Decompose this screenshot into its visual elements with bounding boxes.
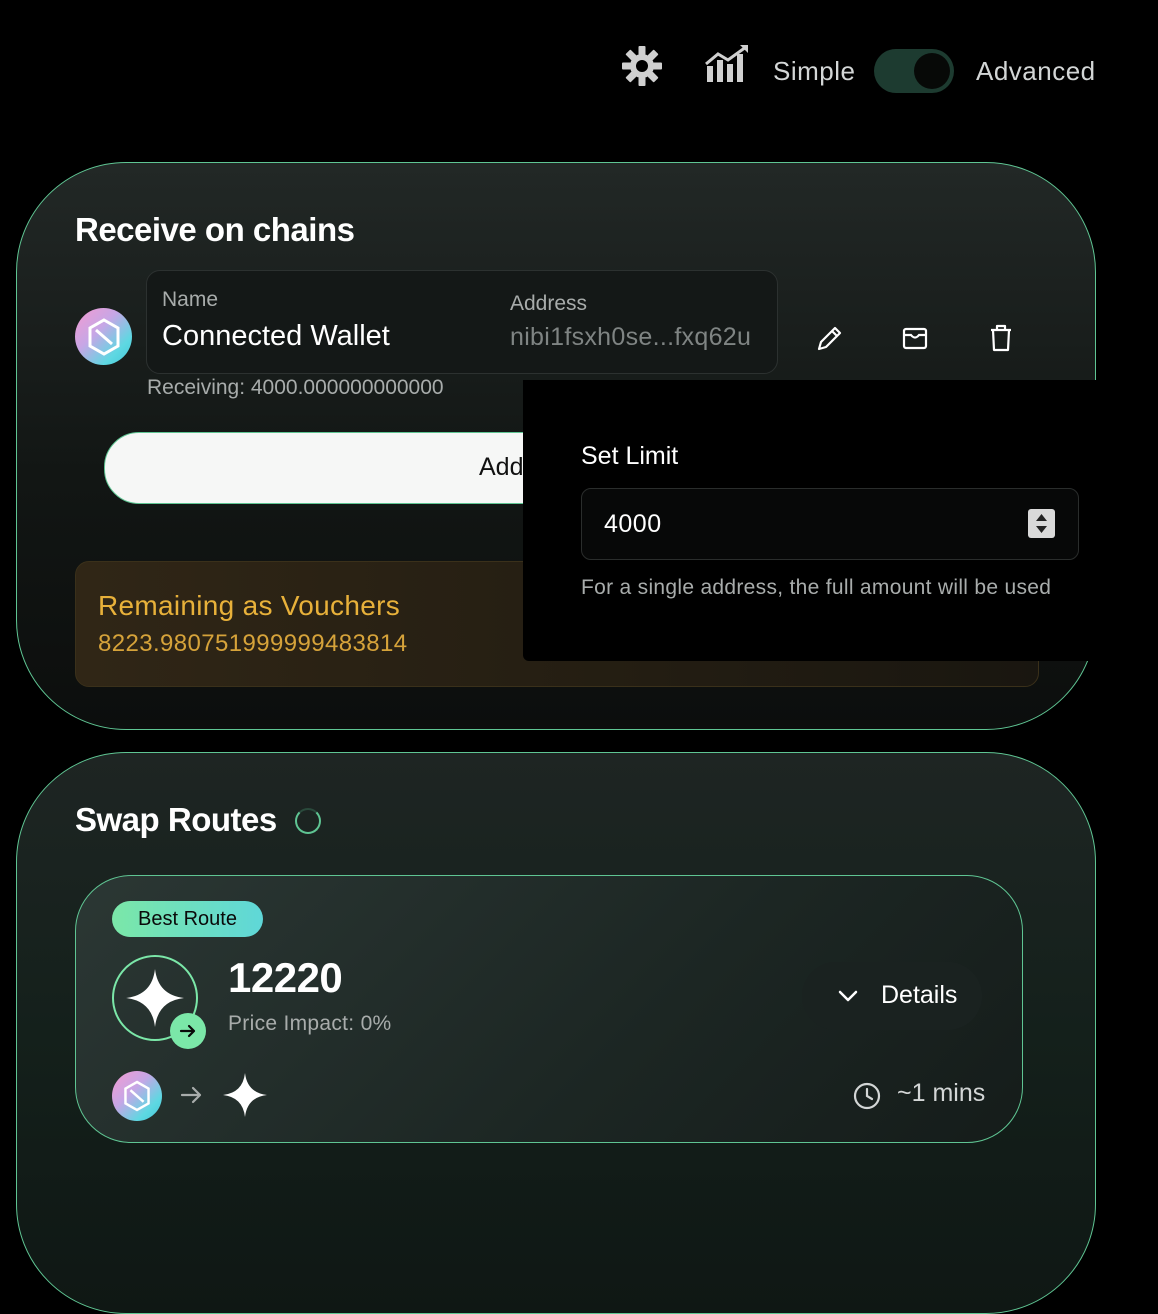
clock-icon [853,1082,881,1115]
mode-toggle[interactable] [874,49,954,93]
receive-title: Receive on chains [75,211,355,248]
limit-input-value: 4000 [604,510,662,538]
receiving-amount: Receiving: 4000.000000000000 [147,376,444,399]
set-limit-title: Set Limit [581,442,679,470]
loading-spinner-icon [295,808,321,834]
mode-simple-label[interactable]: Simple [773,56,855,87]
wallet-avatar [75,308,132,365]
route-arrow-icon [180,1084,204,1111]
add-button-label: Add [479,453,524,481]
trash-icon[interactable] [981,318,1021,358]
settings-gear-icon[interactable] [620,44,664,88]
route-output-amount: 12220 [228,954,343,1001]
details-button[interactable]: Details [802,962,982,1030]
set-limit-hint: For a single address, the full amount wi… [581,576,1052,599]
vouchers-title: Remaining as Vouchers [98,590,401,621]
wallet-name: Connected Wallet [162,320,390,352]
mode-advanced-label[interactable]: Advanced [976,56,1096,87]
wallet-icon[interactable] [895,318,935,358]
best-route-badge: Best Route [112,901,263,937]
edit-pencil-icon[interactable] [810,318,850,358]
price-impact: Price Impact: 0% [228,1012,392,1035]
nibiru-logo-icon [88,317,119,356]
arrow-right-icon [170,1013,206,1049]
toggle-knob [914,53,950,89]
swap-routes-title: Swap Routes [75,801,277,838]
route-sparkle-icon [220,1070,270,1125]
chevron-down-icon [838,990,858,1002]
number-spinner-icon[interactable] [1028,509,1055,538]
chart-trend-icon[interactable] [704,44,750,84]
source-token-icon [112,1071,162,1121]
details-label: Details [881,981,958,1009]
wallet-name-label: Name [162,288,219,311]
nibiru-logo-icon [124,1080,150,1112]
vouchers-value: 8223.980751999999483814 [98,630,408,657]
wallet-address-label: Address [510,292,588,315]
wallet-address: nibi1fsxh0se...fxq62u [510,323,752,351]
route-time: ~1 mins [897,1079,986,1107]
